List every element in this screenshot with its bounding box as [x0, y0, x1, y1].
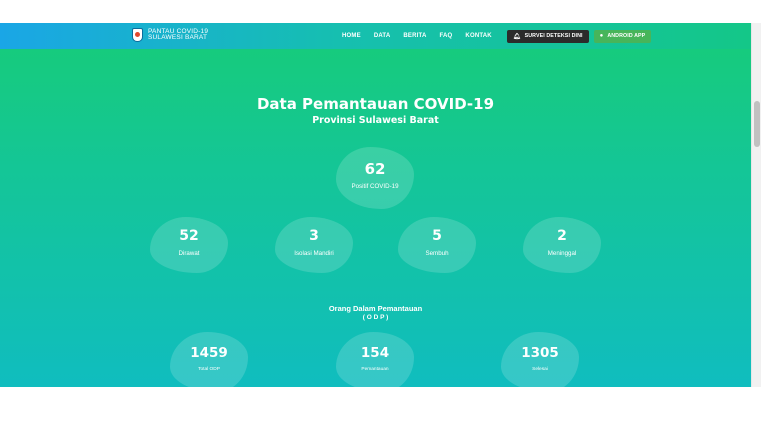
stat-meninggal-label: Meninggal: [547, 250, 577, 257]
stat-selesai-label: Selesai: [532, 367, 548, 372]
stat-dirawat: 52 Dirawat: [150, 217, 228, 273]
stat-meninggal-value: 2: [557, 228, 567, 244]
stat-total-odp-value: 1459: [190, 345, 228, 361]
stat-positif-value: 62: [364, 160, 386, 178]
stat-total-odp-label: Total ODP: [198, 367, 220, 372]
stat-selesai: 1305 Selesai: [501, 332, 579, 387]
stat-sembuh: 5 Sembuh: [398, 217, 476, 273]
nav-data[interactable]: DATA: [374, 33, 391, 39]
survei-deteksi-dini-button[interactable]: 🔔︎ SURVEI DETEKSI DINI: [506, 29, 589, 43]
stat-positif-label: Positif COVID-19: [351, 183, 399, 190]
stat-sembuh-value: 5: [432, 228, 442, 244]
nav-kontak[interactable]: KONTAK: [465, 33, 491, 39]
stat-positif: 62 Positif COVID-19: [336, 147, 414, 209]
stat-total-odp: 1459 Total ODP: [170, 332, 248, 387]
stat-dirawat-value: 52: [179, 228, 199, 244]
odp-section-title: Orang Dalam Pemantauan: [328, 304, 423, 313]
stat-selesai-value: 1305: [521, 345, 559, 361]
page-title: Data Pemantauan COVID-19: [256, 95, 495, 113]
logo-text: PANTAU COVID-19 SULAWESI BARAT: [148, 28, 208, 42]
stat-pemantauan-value: 154: [360, 345, 390, 361]
stat-meninggal: 2 Meninggal: [523, 217, 601, 273]
stat-sembuh-label: Sembuh: [425, 250, 449, 257]
stat-isolasi-label: Isolasi Mandiri: [294, 250, 334, 257]
stat-isolasi-value: 3: [309, 228, 319, 244]
nav-faq[interactable]: FAQ: [439, 33, 452, 39]
android-button-label: ANDROID APP: [607, 33, 646, 39]
top-navbar: PANTAU COVID-19 SULAWESI BARAT HOME DATA…: [0, 23, 751, 49]
page-viewport: PANTAU COVID-19 SULAWESI BARAT HOME DATA…: [0, 23, 751, 387]
main-nav: HOME DATA BERITA FAQ KONTAK 🔔︎ SURVEI DE…: [342, 23, 652, 49]
site-logo[interactable]: PANTAU COVID-19 SULAWESI BARAT: [132, 28, 208, 42]
page-subtitle: Provinsi Sulawesi Barat: [312, 115, 439, 126]
survei-button-label: SURVEI DETEKSI DINI: [524, 33, 583, 39]
bell-icon: 🔔︎: [512, 33, 521, 40]
logo-line-2: SULAWESI BARAT: [148, 34, 208, 41]
browser-page: PANTAU COVID-19 SULAWESI BARAT HOME DATA…: [0, 0, 768, 432]
android-icon: ●: [599, 33, 604, 39]
vertical-scrollbar[interactable]: [751, 23, 761, 387]
nav-home[interactable]: HOME: [342, 33, 361, 39]
stat-pemantauan: 154 Pemantauan: [336, 332, 414, 387]
emblem-icon: [132, 28, 143, 42]
stat-pemantauan-label: Pemantauan: [361, 367, 389, 372]
odp-section-subtitle: ( O D P ): [362, 314, 389, 321]
stat-isolasi-mandiri: 3 Isolasi Mandiri: [275, 217, 353, 273]
stat-dirawat-label: Dirawat: [178, 250, 200, 257]
scrollbar-thumb[interactable]: [754, 101, 760, 147]
nav-berita[interactable]: BERITA: [403, 33, 426, 39]
android-app-button[interactable]: ● ANDROID APP: [593, 29, 652, 43]
